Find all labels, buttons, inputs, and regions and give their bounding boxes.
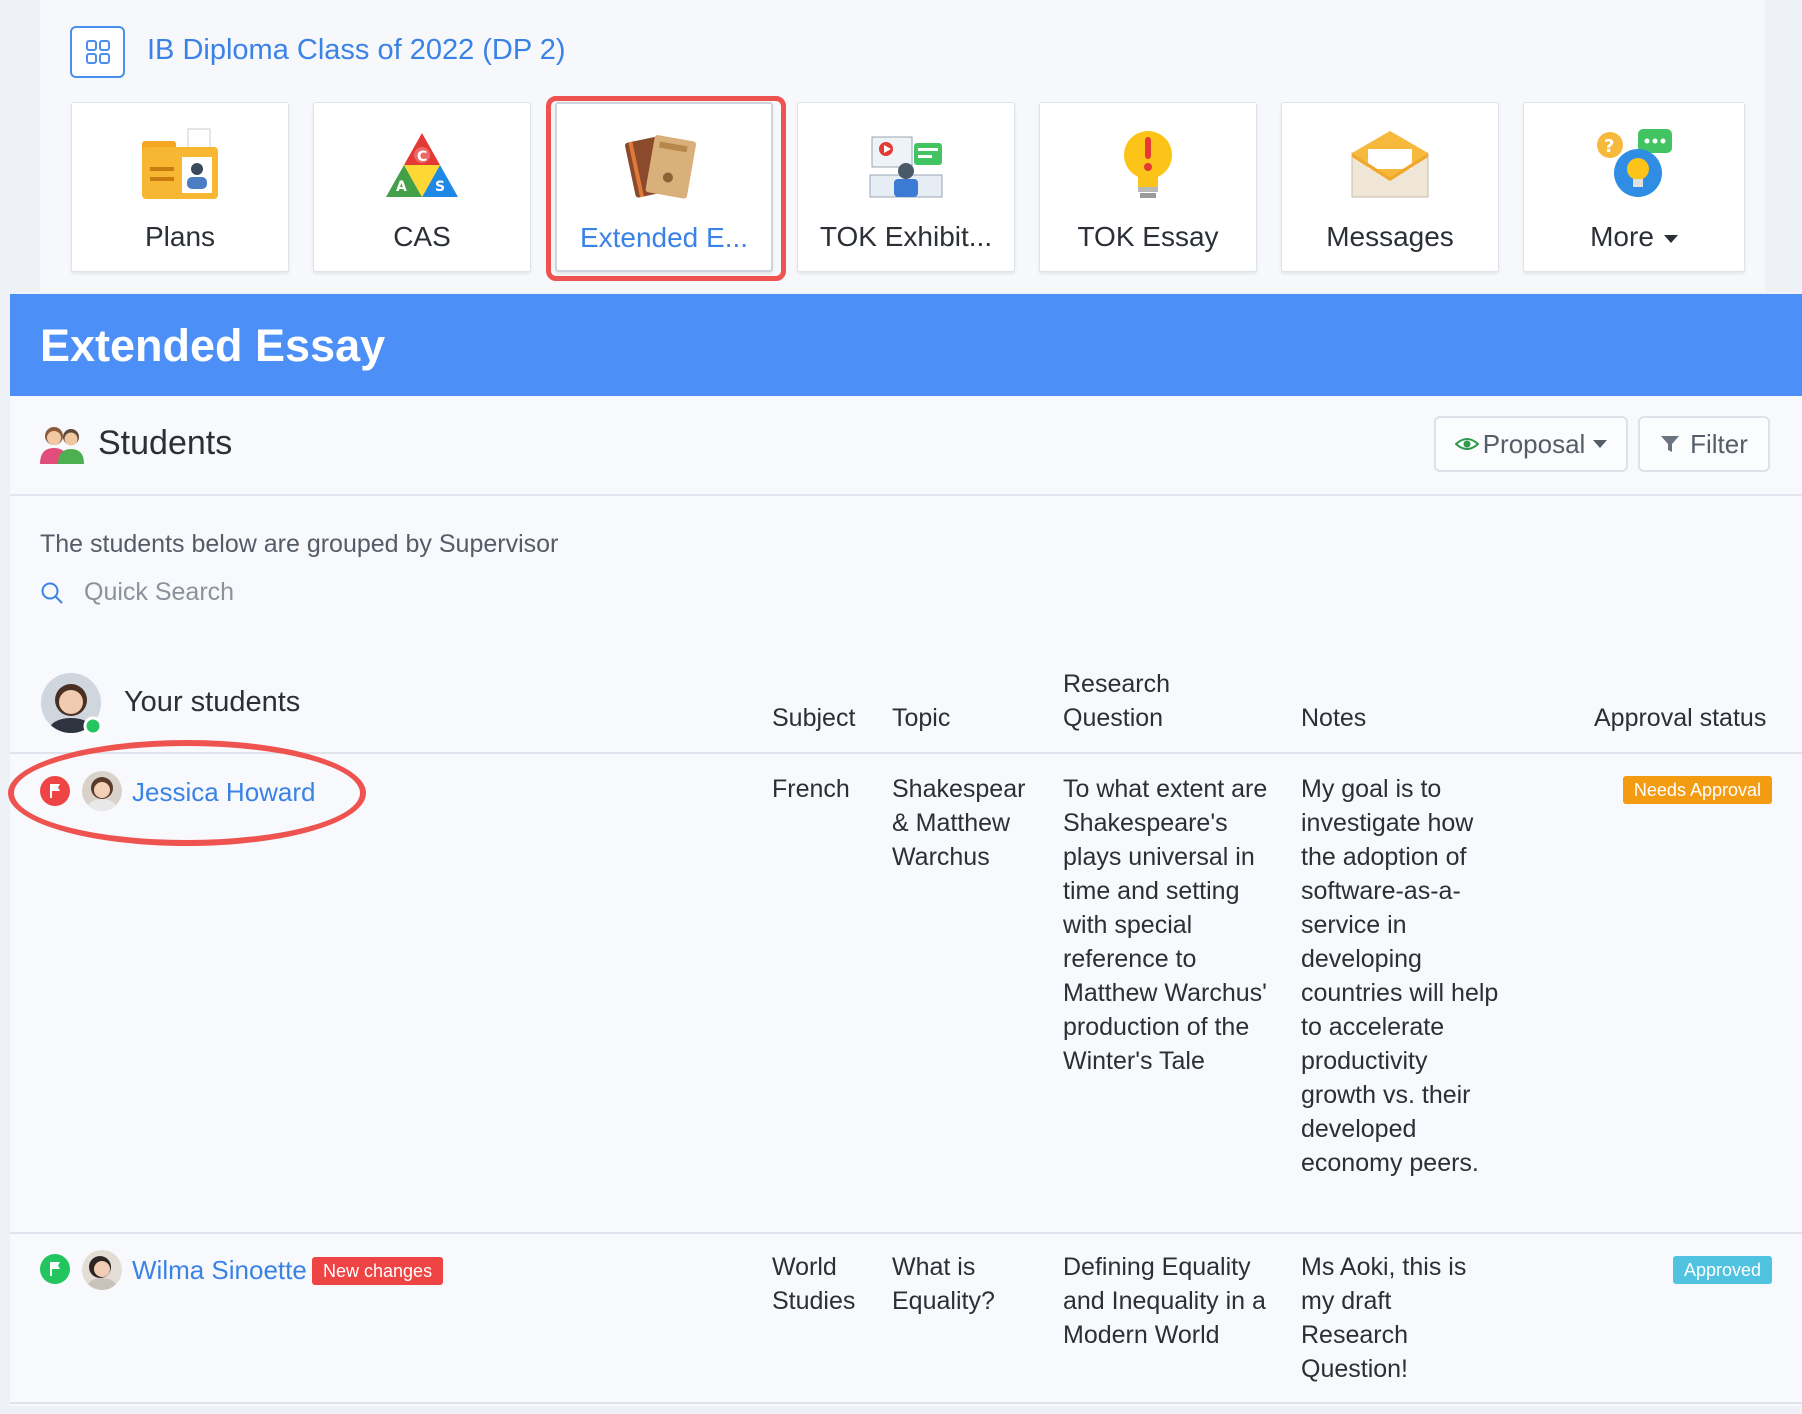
page-banner: Extended Essay bbox=[10, 294, 1802, 396]
plans-folder-icon bbox=[142, 128, 218, 199]
student-avatar bbox=[82, 1250, 122, 1290]
students-header: Students Proposal Filter bbox=[10, 396, 1802, 496]
messages-envelope-icon bbox=[1351, 131, 1429, 198]
tok-essay-bulb-icon bbox=[1124, 131, 1172, 198]
cell-subject: World Studies bbox=[772, 1253, 856, 1315]
app-tile-label: Messages bbox=[1326, 221, 1454, 252]
students-panel: Students Proposal Filter The students be… bbox=[10, 396, 1802, 1406]
supervisor-avatar bbox=[41, 673, 103, 736]
page-title: Extended Essay bbox=[40, 320, 386, 371]
status-badge: Needs Approval bbox=[1622, 776, 1772, 804]
app-tile-label: Plans bbox=[144, 221, 216, 252]
cell-research-question: Defining Equality and Inequality in a Mo… bbox=[1063, 1253, 1266, 1349]
students-icon bbox=[40, 427, 84, 464]
flag-icon bbox=[40, 1254, 70, 1284]
column-header-research-question: Research Question bbox=[1063, 670, 1170, 732]
extended-essay-highlight bbox=[546, 96, 786, 281]
svg-text:A: A bbox=[396, 179, 407, 195]
status-badge: Approved bbox=[1672, 1256, 1772, 1284]
filter-label: Filter bbox=[1690, 428, 1748, 459]
cell-notes: Ms Aoki, this is my draft Research Quest… bbox=[1301, 1253, 1467, 1383]
app-tile-more[interactable]: ? More bbox=[1523, 102, 1745, 272]
svg-text:?: ? bbox=[1604, 136, 1614, 157]
column-header-topic: Topic bbox=[892, 704, 951, 732]
cell-topic: What is Equality? bbox=[892, 1253, 995, 1315]
filter-icon bbox=[1661, 436, 1680, 452]
svg-text:S: S bbox=[435, 179, 445, 195]
students-title: Students bbox=[98, 424, 233, 462]
app-tile-label: TOK Exhibit... bbox=[819, 221, 993, 252]
search-input[interactable]: Quick Search bbox=[84, 578, 234, 607]
group-title: Your students bbox=[124, 686, 301, 718]
apps-grid-button[interactable] bbox=[70, 26, 125, 78]
app-tile-tok-exhibition[interactable]: TOK Exhibit... bbox=[797, 102, 1015, 272]
grouping-hint: The students below are grouped by Superv… bbox=[40, 530, 559, 558]
cell-notes: My goal is to investigate how the adopti… bbox=[1301, 775, 1499, 1177]
eye-icon bbox=[1454, 438, 1479, 450]
grid-icon bbox=[85, 40, 110, 64]
proposal-dropdown[interactable]: Proposal bbox=[1434, 416, 1628, 472]
app-tile-label: CAS bbox=[393, 221, 451, 252]
class-title[interactable]: IB Diploma Class of 2022 (DP 2) bbox=[147, 34, 566, 67]
search-icon bbox=[41, 582, 63, 604]
cas-triangle-icon: C A S bbox=[386, 133, 458, 197]
quick-search[interactable]: Quick Search bbox=[40, 578, 234, 607]
cell-topic: Shakespear & Matthew Warchus bbox=[892, 775, 1026, 871]
app-tile-tok-essay[interactable]: TOK Essay bbox=[1039, 102, 1257, 272]
divider bbox=[10, 1232, 1802, 1234]
class-header: IB Diploma Class of 2022 (DP 2) Plans C … bbox=[40, 0, 1765, 292]
divider bbox=[10, 1402, 1802, 1404]
cell-research-question: To what extent are Shakespeare's plays u… bbox=[1063, 775, 1268, 1075]
student-name-link[interactable]: Wilma Sinoette bbox=[132, 1255, 307, 1286]
svg-text:C: C bbox=[417, 149, 427, 165]
tok-exhibition-icon bbox=[869, 136, 943, 198]
proposal-label: Proposal bbox=[1482, 428, 1586, 459]
app-tile-label: More bbox=[1590, 221, 1678, 253]
column-header-subject: Subject bbox=[772, 704, 856, 732]
app-tile-messages[interactable]: Messages bbox=[1281, 102, 1499, 272]
app-tile-label: TOK Essay bbox=[1077, 221, 1219, 252]
new-changes-badge: New changes bbox=[312, 1257, 444, 1285]
app-tile-plans[interactable]: Plans bbox=[71, 102, 289, 272]
app-tile-cas[interactable]: C A S CAS bbox=[313, 102, 531, 272]
column-header-notes: Notes bbox=[1301, 704, 1367, 732]
flag-button[interactable] bbox=[40, 1254, 70, 1284]
filter-button[interactable]: Filter bbox=[1638, 416, 1770, 472]
column-header-approval-status: Approval status bbox=[1594, 704, 1767, 732]
more-help-icon: ? bbox=[1597, 129, 1672, 197]
cell-subject: French bbox=[772, 775, 850, 803]
caret-down-icon bbox=[1663, 234, 1678, 243]
jessica-highlight bbox=[8, 740, 366, 846]
caret-down-icon bbox=[1593, 440, 1608, 448]
